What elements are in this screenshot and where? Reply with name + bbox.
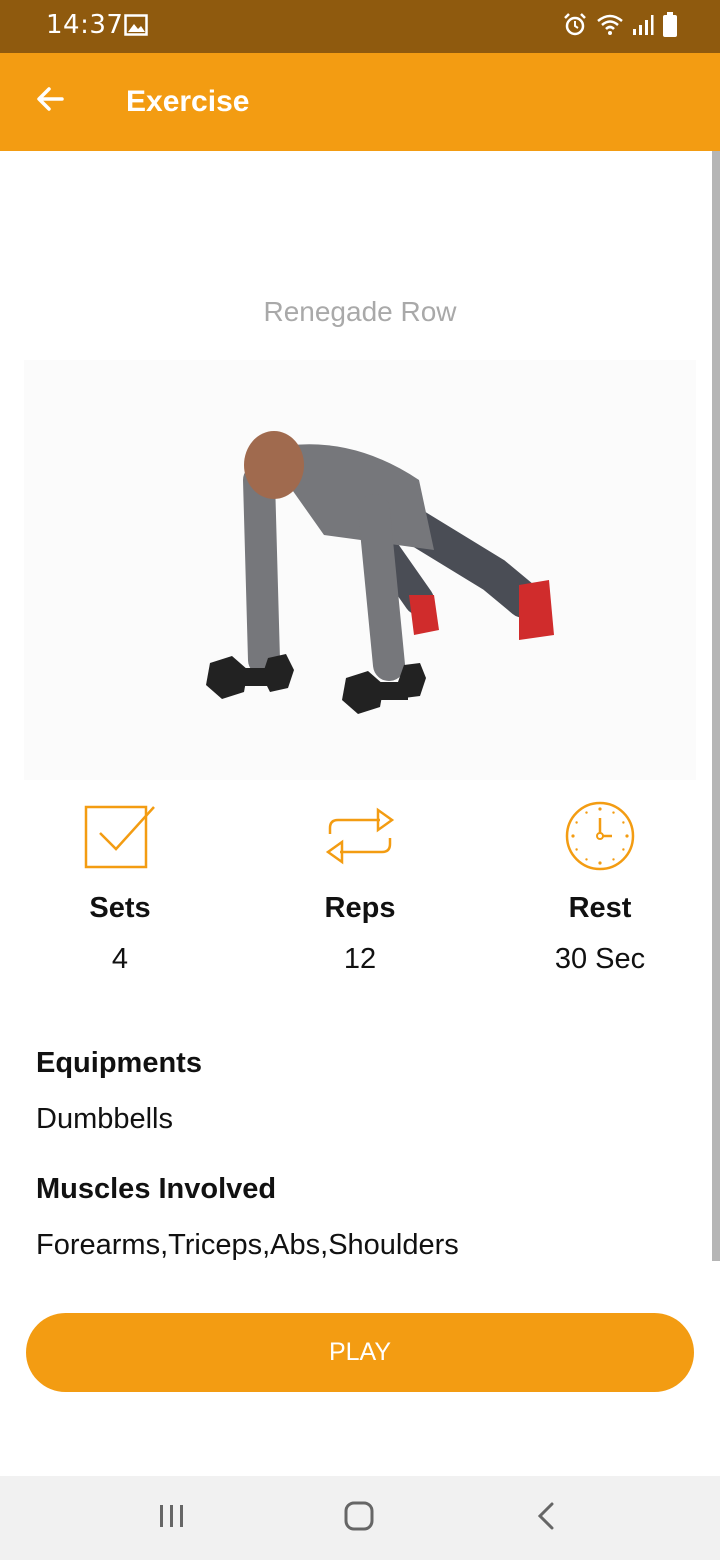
play-button[interactable]: PLAY — [26, 1313, 694, 1392]
exercise-image — [24, 360, 696, 780]
sets-value: 4 — [111, 943, 129, 975]
rest-value: 30 Sec — [554, 943, 646, 975]
status-bar: 14:37 — [0, 0, 720, 53]
exercise-name: Renegade Row — [263, 296, 457, 327]
home-icon — [343, 1500, 375, 1537]
stat-sets: Sets 4 — [0, 800, 240, 976]
navigation-bar — [0, 1476, 720, 1560]
rest-label: Rest — [568, 892, 632, 924]
stat-rest: Rest 30 Sec — [480, 800, 720, 976]
wifi-icon — [596, 13, 624, 42]
repeat-icon — [240, 800, 480, 872]
reps-label: Reps — [324, 892, 396, 924]
muscles-heading: Muscles Involved — [36, 1173, 277, 1205]
signal-icon — [632, 14, 654, 41]
sets-label: Sets — [89, 892, 151, 924]
equipments-heading: Equipments — [36, 1047, 202, 1079]
back-button[interactable] — [26, 77, 74, 125]
back-icon — [536, 1500, 556, 1537]
gallery-icon — [124, 14, 148, 41]
status-icons — [562, 12, 678, 43]
arrow-left-icon — [34, 83, 66, 120]
recent-apps-icon — [157, 1503, 187, 1534]
battery-icon — [662, 12, 678, 43]
app-bar: Exercise — [0, 53, 720, 151]
checkbox-icon — [0, 800, 240, 872]
reps-value: 12 — [343, 943, 377, 975]
stat-reps: Reps 12 — [240, 800, 480, 976]
nav-back-button[interactable] — [516, 1496, 576, 1540]
equipments-value: Dumbbells — [36, 1103, 173, 1135]
clock-icon — [480, 800, 720, 872]
alarm-icon — [562, 12, 588, 43]
page-title: Exercise — [126, 85, 250, 118]
home-button[interactable] — [329, 1496, 389, 1540]
muscles-value: Forearms,Triceps,Abs,Shoulders — [36, 1229, 459, 1261]
recent-apps-button[interactable] — [142, 1496, 202, 1540]
status-time: 14:37 — [46, 10, 124, 40]
